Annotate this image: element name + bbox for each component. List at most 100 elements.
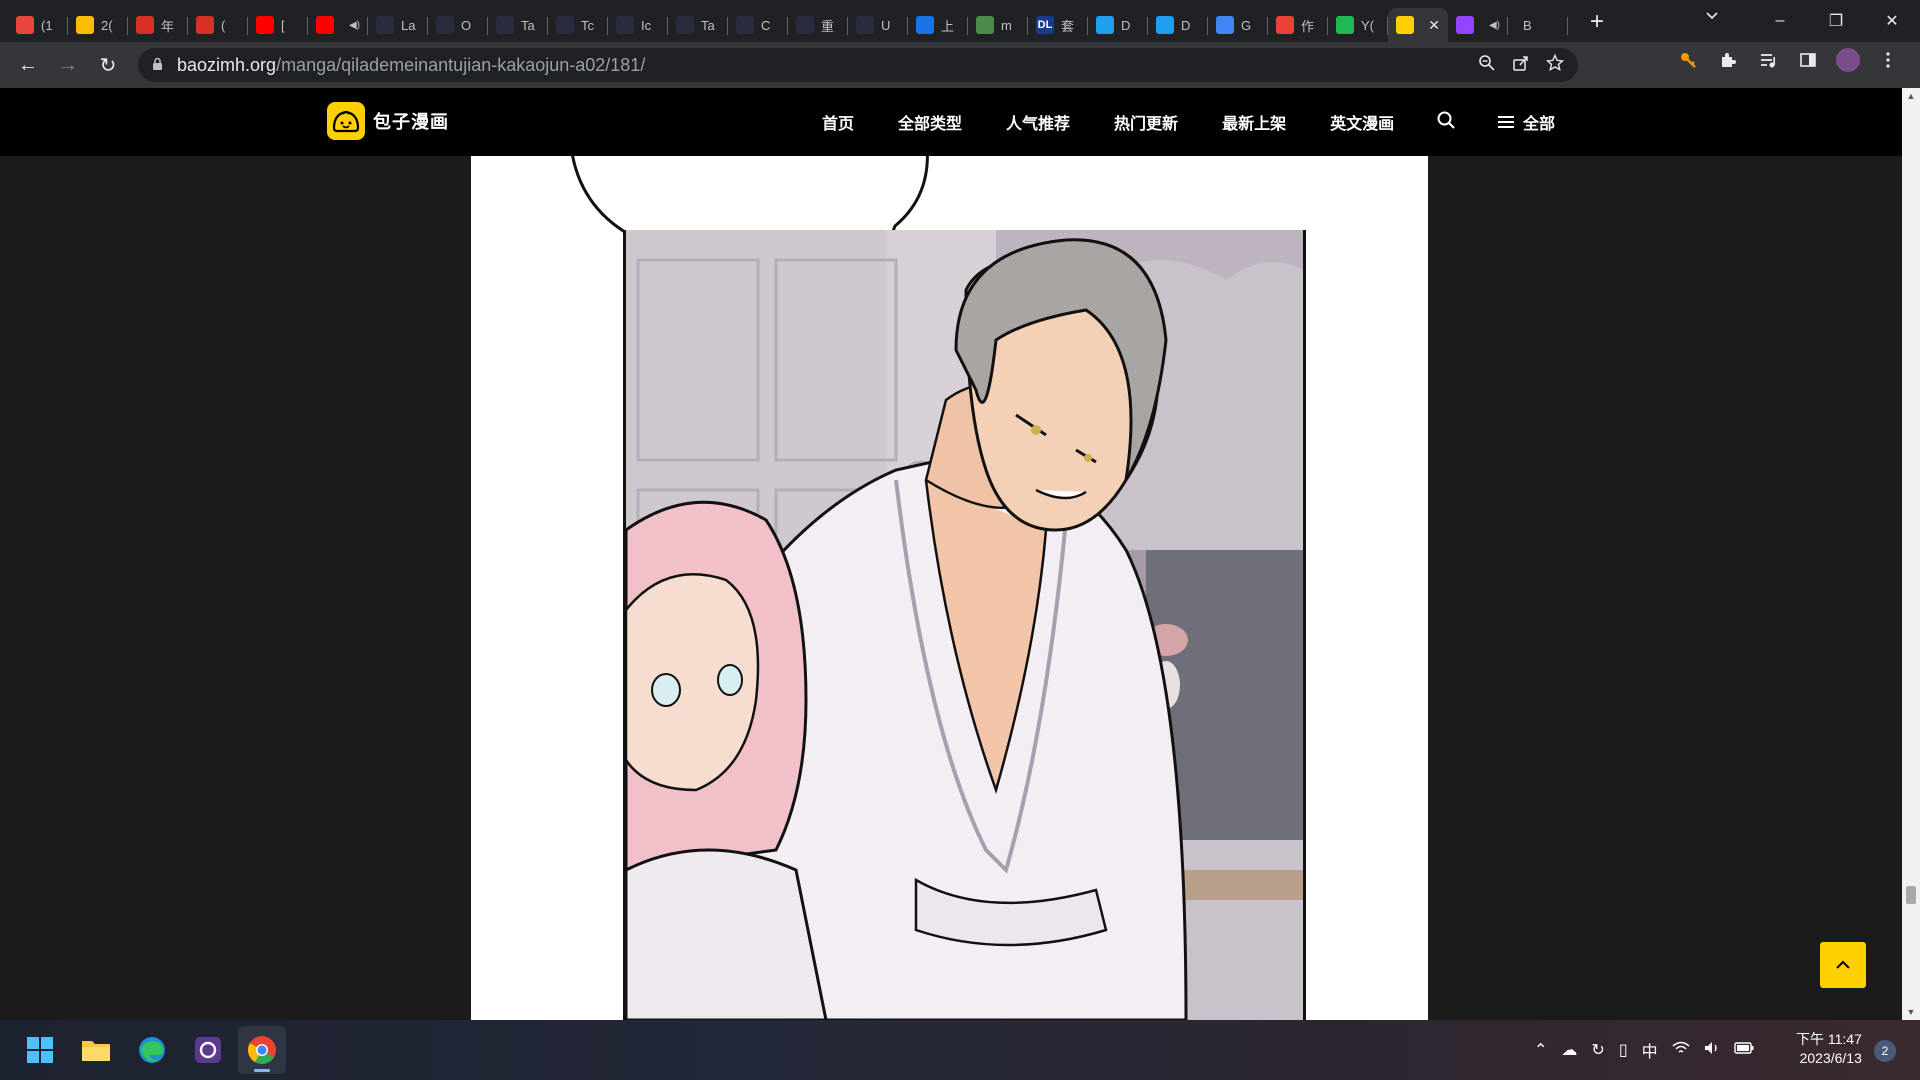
- restore-button[interactable]: ❐: [1808, 11, 1864, 31]
- start-windows-icon[interactable]: [16, 1026, 64, 1074]
- tab-title: Y(: [1361, 17, 1374, 33]
- red-seal-icon: [136, 16, 154, 34]
- browser-tab[interactable]: ◀): [308, 8, 368, 42]
- key-extension-icon[interactable]: [1676, 48, 1700, 72]
- tab-title: B: [1523, 17, 1532, 33]
- browser-tab[interactable]: D: [1088, 8, 1148, 42]
- edge-browser-icon[interactable]: [128, 1026, 176, 1074]
- browser-tab[interactable]: Y(: [1328, 8, 1388, 42]
- zoom-icon[interactable]: [1478, 54, 1496, 77]
- audio-playing-icon[interactable]: ◀): [1489, 20, 1500, 31]
- back-button[interactable]: ←: [8, 45, 48, 85]
- audio-playing-icon[interactable]: ◀): [349, 20, 360, 31]
- red-seal-icon: [196, 16, 214, 34]
- bookmark-star-icon[interactable]: [1545, 53, 1565, 77]
- browser-tab[interactable]: D: [1148, 8, 1208, 42]
- browser-tab[interactable]: ✕: [1388, 8, 1448, 42]
- browser-tab[interactable]: Tc: [548, 8, 608, 42]
- back-to-top-button[interactable]: [1820, 942, 1866, 988]
- wifi-icon[interactable]: [1672, 1041, 1690, 1060]
- tab-title: 作: [1301, 18, 1315, 34]
- blue-d-icon: [1156, 16, 1174, 34]
- all-menu-label: 全部: [1523, 116, 1556, 133]
- browser-tab[interactable]: O: [428, 8, 488, 42]
- tab-title: 2(: [101, 17, 113, 33]
- browser-tab[interactable]: (1: [8, 8, 68, 42]
- search-icon[interactable]: [1436, 110, 1458, 132]
- battery-icon[interactable]: [1733, 1041, 1754, 1059]
- scroll-thumb[interactable]: [1906, 886, 1916, 904]
- reload-button[interactable]: ↻: [88, 45, 128, 85]
- minimize-button[interactable]: –: [1752, 12, 1808, 30]
- tab-title: La: [401, 17, 416, 33]
- usb-icon[interactable]: ▯: [1619, 1040, 1628, 1060]
- chevron-up-tray-icon[interactable]: ⌃: [1534, 1040, 1547, 1060]
- new-tab-button[interactable]: +: [1582, 7, 1612, 37]
- site-nav-link[interactable]: 全部类型: [898, 110, 962, 134]
- site-nav-link[interactable]: 人气推荐: [1006, 110, 1070, 134]
- tab-list: (1 2(年 ([◀) La O Ta Tc Ic Ta C 重 U 上 m DL 套 D D G 作 Y(✕ ◀) B: [0, 0, 1568, 42]
- browser-tab[interactable]: DL 套: [1028, 8, 1088, 42]
- taskbar-clock[interactable]: 下午 11:47 2023/6/13: [1796, 1030, 1862, 1068]
- site-nav-link[interactable]: 英文漫画: [1330, 110, 1394, 134]
- volume-icon[interactable]: [1704, 1041, 1720, 1060]
- browser-tab[interactable]: Ta: [668, 8, 728, 42]
- browser-tab[interactable]: [: [248, 8, 308, 42]
- share-icon[interactable]: [1512, 54, 1530, 77]
- browser-tab[interactable]: 作: [1268, 8, 1328, 42]
- browser-tab[interactable]: 重: [788, 8, 848, 42]
- media-queue-icon[interactable]: [1756, 48, 1780, 72]
- side-panel-icon[interactable]: [1796, 48, 1820, 72]
- baozi-icon: [1396, 16, 1414, 34]
- lock-icon: [152, 57, 163, 74]
- browser-tab[interactable]: U: [848, 8, 908, 42]
- close-window-button[interactable]: ✕: [1864, 11, 1920, 31]
- tab-title: 套: [1061, 18, 1075, 34]
- purple-app-icon[interactable]: [184, 1026, 232, 1074]
- site-nav-link[interactable]: 热门更新: [1114, 110, 1178, 134]
- chrome-taskbar-icon[interactable]: [238, 1026, 286, 1074]
- tab-title: Ic: [641, 17, 652, 33]
- site-header: 包子漫画 首页 全部类型 人气推荐 热门更新 最新上架 英文漫画 全部: [0, 88, 1902, 156]
- address-bar[interactable]: baozimh.org/manga/qilademeinantujian-kak…: [138, 48, 1578, 82]
- browser-tab[interactable]: C: [728, 8, 788, 42]
- site-logo[interactable]: 包子漫画: [327, 102, 449, 140]
- browser-tab[interactable]: B: [1508, 8, 1568, 42]
- site-nav: 首页 全部类型 人气推荐 热门更新 最新上架 英文漫画: [822, 88, 1438, 156]
- site-nav-link[interactable]: 首页: [822, 110, 854, 134]
- scroll-down-arrow-icon[interactable]: ▼: [1902, 1004, 1920, 1020]
- round-red-icon: [16, 16, 34, 34]
- browser-tab[interactable]: ◀): [1448, 8, 1508, 42]
- forward-button[interactable]: →: [48, 45, 88, 85]
- close-tab-icon[interactable]: ✕: [1428, 17, 1440, 34]
- scroll-up-arrow-icon[interactable]: ▲: [1902, 88, 1920, 104]
- comic-reader: [471, 156, 1428, 1020]
- tab-search-chevron-icon[interactable]: [1705, 8, 1719, 24]
- browser-tab[interactable]: 上: [908, 8, 968, 42]
- chevron-up-icon: [1836, 960, 1850, 969]
- notification-badge[interactable]: 2: [1874, 1040, 1896, 1062]
- browser-tab[interactable]: Ta: [488, 8, 548, 42]
- browser-tab[interactable]: (: [188, 8, 248, 42]
- site-nav-link[interactable]: 最新上架: [1222, 110, 1286, 134]
- browser-tab[interactable]: m: [968, 8, 1028, 42]
- browser-tab[interactable]: La: [368, 8, 428, 42]
- comic-panel-image: [623, 230, 1306, 1020]
- onedrive-icon[interactable]: ☁: [1561, 1040, 1577, 1060]
- browser-tab[interactable]: 年: [128, 8, 188, 42]
- green-creature-icon: [976, 16, 994, 34]
- more-menu-icon[interactable]: [1876, 48, 1900, 72]
- profile-avatar[interactable]: [1836, 48, 1860, 72]
- all-menu-button[interactable]: 全部: [1498, 110, 1555, 134]
- page-scrollbar[interactable]: ▲ ▼: [1902, 88, 1920, 1020]
- blue-s-icon: [916, 16, 934, 34]
- youtube-icon: [256, 16, 274, 34]
- browser-tab[interactable]: G: [1208, 8, 1268, 42]
- browser-tab[interactable]: 2(: [68, 8, 128, 42]
- sync-icon[interactable]: ↻: [1591, 1040, 1604, 1060]
- file-explorer-icon[interactable]: [72, 1026, 120, 1074]
- tab-title: U: [881, 17, 891, 33]
- puzzle-extensions-icon[interactable]: [1716, 48, 1740, 72]
- browser-tab[interactable]: Ic: [608, 8, 668, 42]
- ime-indicator[interactable]: 中: [1642, 1038, 1658, 1062]
